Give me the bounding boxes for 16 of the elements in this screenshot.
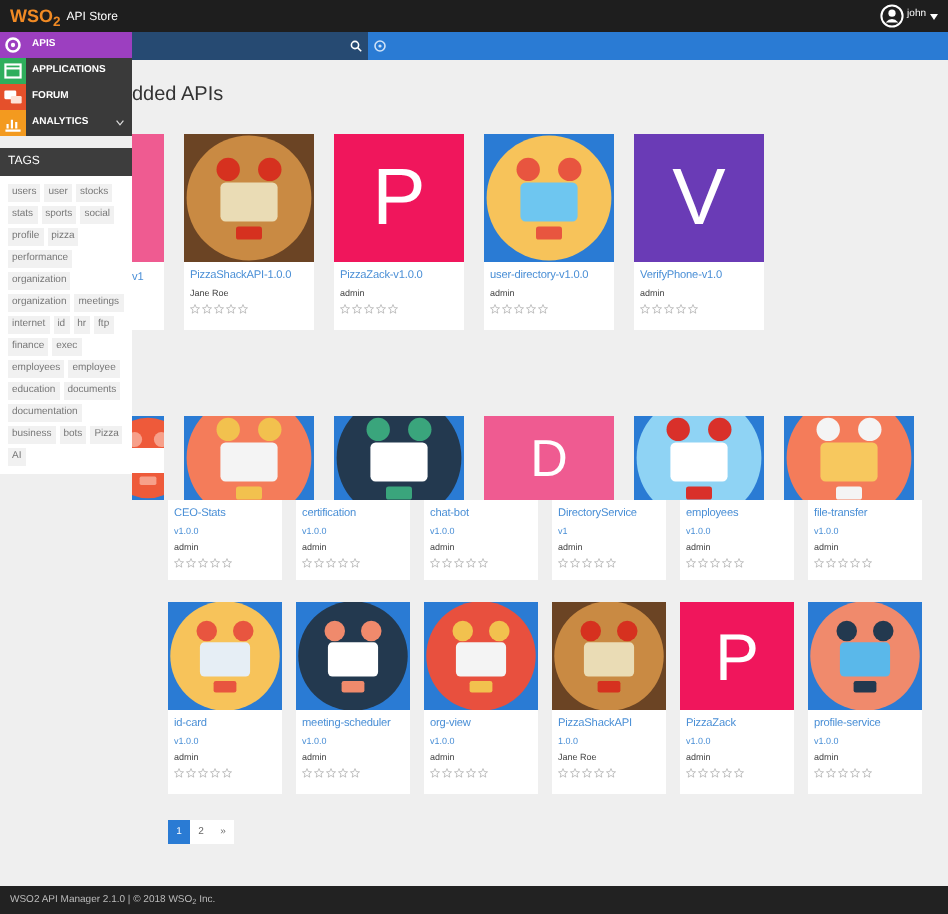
chart-icon [0, 110, 26, 136]
letter-tile: V [634, 134, 764, 262]
letter-tile: D [484, 416, 614, 500]
chevron-icon [116, 120, 124, 126]
letter-tile: P [680, 602, 794, 710]
search-field[interactable] [132, 32, 368, 60]
window-icon [0, 58, 26, 84]
logo[interactable]: WSO$_{2}$ [10, 6, 61, 26]
avatar-icon[interactable] [879, 4, 904, 28]
letter-tile: P [334, 134, 464, 262]
circle-icon[interactable] [374, 40, 386, 52]
chat-icon [0, 84, 26, 110]
tile [132, 134, 164, 262]
caret-icon [930, 13, 938, 19]
section-heading: dded APIs [132, 82, 226, 110]
search-icon[interactable] [350, 40, 362, 52]
